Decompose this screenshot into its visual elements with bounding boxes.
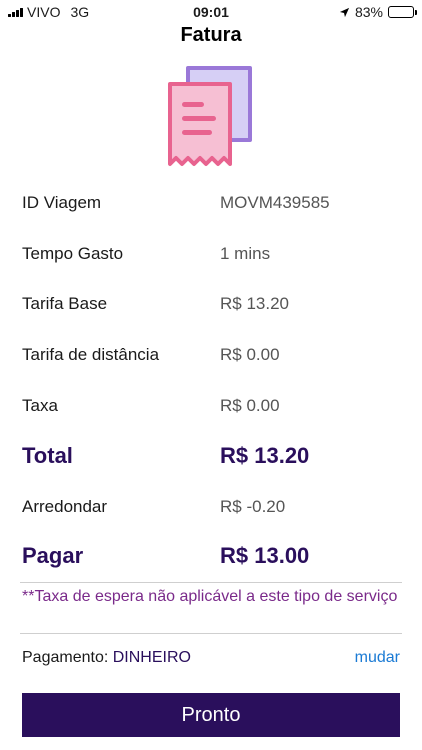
invoice-row-time-spent: Tempo Gasto 1 mins [22,244,402,264]
payment-info: Pagamento: DINHEIRO [22,649,191,667]
trip-id-value: MOVM439585 [220,193,330,212]
distance-fare-label: Tarifa de distância [22,345,160,364]
divider [20,582,402,583]
invoice-row-trip-id: ID Viagem MOVM439585 [22,193,402,213]
divider [20,633,402,634]
status-right: 83% [339,4,417,20]
rounding-value: R$ -0.20 [220,497,286,516]
total-value: R$ 13.20 [220,443,310,468]
invoice-row-rounding: Arredondar R$ -0.20 [22,497,402,517]
invoice-row-distance-fare: Tarifa de distância R$ 0.00 [22,345,402,365]
base-fare-label: Tarifa Base [22,294,108,313]
battery-percent: 83% [354,4,383,20]
distance-fare-value: R$ 0.00 [220,345,280,364]
invoice-row-amount-due: Pagar R$ 13.00 [22,543,402,569]
invoice-row-tax: Taxa R$ 0.00 [22,396,402,416]
done-button[interactable]: Pronto [22,693,400,737]
payment-row: Pagamento: DINHEIRO mudar [22,649,400,667]
page-title: Fatura [180,24,242,46]
rounding-label: Arredondar [22,497,108,516]
status-bar: VIVO 3G 09:01 83% [0,0,422,24]
invoice-row-total: Total R$ 13.20 [22,443,402,469]
base-fare-value: R$ 13.20 [220,294,289,313]
tax-label: Taxa [22,396,58,415]
battery-icon [388,6,417,18]
time-spent-value: 1 mins [220,244,271,263]
trip-id-label: ID Viagem [22,193,102,212]
total-label: Total [22,443,73,468]
location-arrow-icon [339,7,350,17]
amount-due-value: R$ 13.00 [220,543,310,568]
time-spent-label: Tempo Gasto [22,244,124,263]
payment-method: DINHEIRO [112,649,191,666]
amount-due-label: Pagar [22,543,84,568]
tax-value: R$ 0.00 [220,396,280,415]
payment-label: Pagamento: [22,649,109,666]
change-payment-link[interactable]: mudar [355,649,400,667]
receipt-icon [168,66,252,166]
waiting-fee-note: **Taxa de espera não aplicável a este ti… [22,588,398,605]
invoice-row-base-fare: Tarifa Base R$ 13.20 [22,294,402,314]
